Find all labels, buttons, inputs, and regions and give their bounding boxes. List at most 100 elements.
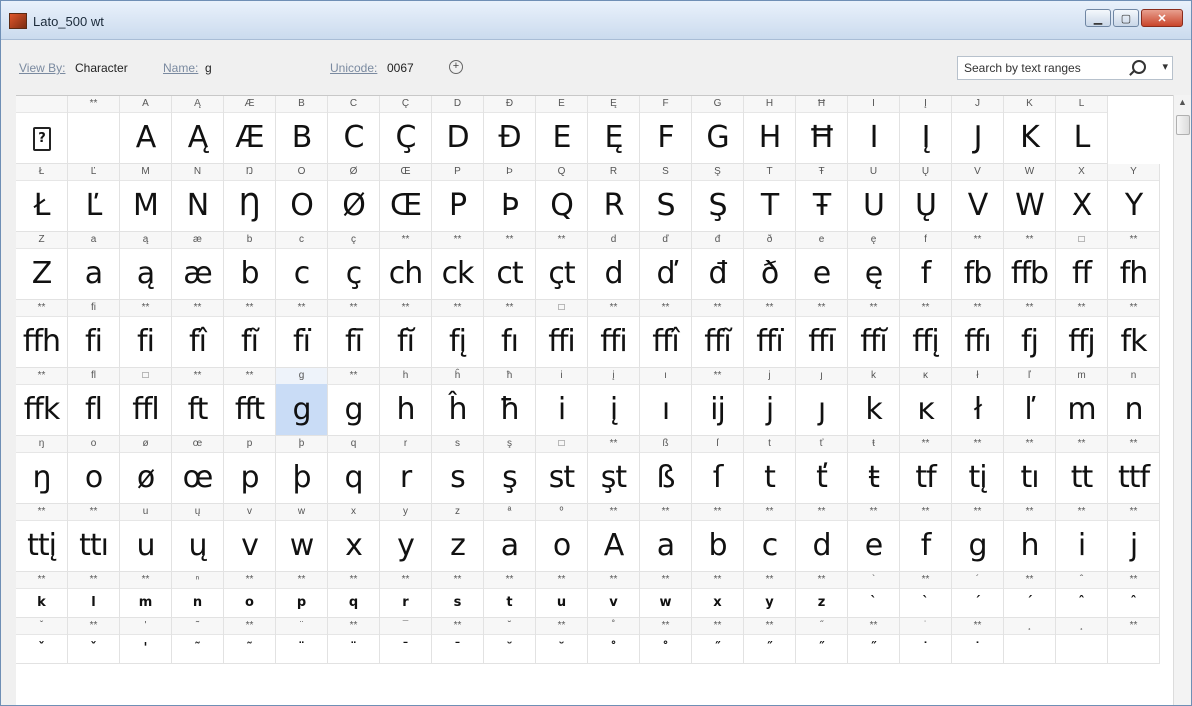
glyph-cell[interactable]: WW [1004,164,1056,232]
glyph-cell[interactable]: ** fb [952,232,1004,300]
glyph-cell[interactable]: ŊŊ [224,164,276,232]
glyph-cell[interactable]: ªa [484,504,536,572]
glyph-cell[interactable]: zz [432,504,484,572]
glyph-cell[interactable]: ** ch [380,232,432,300]
glyph-cell[interactable]: KK [1004,96,1056,164]
glyph-cell[interactable]: ĽĽ [68,164,120,232]
glyph-cell[interactable]: II [848,96,900,164]
glyph-cell[interactable]: ųų [172,504,224,572]
glyph-cell[interactable]: ** tt [1056,436,1108,504]
glyph-cell[interactable]: ȷȷ [796,368,848,436]
glyph-cell[interactable]: ** x [692,572,744,618]
glyph-cell[interactable]: ** ffī [796,300,848,368]
glyph-cell[interactable]: ** ´ [1004,572,1056,618]
glyph-cell[interactable]: ĸĸ [900,368,952,436]
maximize-button[interactable]: ▢ [1113,9,1139,27]
glyph-cell[interactable]: ** l [68,572,120,618]
glyph-cell[interactable]: ** ffï [744,300,796,368]
glyph-cell[interactable]: ** b [692,504,744,572]
glyph-cell[interactable]: ** w [640,572,692,618]
glyph-cell[interactable]: uu [120,504,172,572]
glyph-cell[interactable]: ** ¨ [328,618,380,664]
glyph-cell[interactable]: kk [848,368,900,436]
view-by-link[interactable]: View By: [19,61,65,75]
glyph-cell[interactable]: ** fft [224,368,276,436]
glyph-cell[interactable]: ** d [796,504,848,572]
glyph-cell[interactable]: ˚ ˚ [588,618,640,664]
glyph-cell[interactable]: ĦĦ [796,96,848,164]
glyph-cell[interactable]: xx [328,504,380,572]
glyph-cell[interactable]: qq [328,436,380,504]
glyph-cell[interactable]: aa [68,232,120,300]
glyph-cell[interactable]: ¨ ¨ [276,618,328,664]
glyph-cell[interactable]: ** g [952,504,1004,572]
glyph-cell[interactable]: ** ˇ [68,618,120,664]
glyph-cell[interactable]: LL [1056,96,1108,164]
glyph-cell[interactable]: ** ttı [68,504,120,572]
glyph-cell[interactable]: ** ˝ [692,618,744,664]
glyph-cell[interactable]: ** ffį [900,300,952,368]
glyph-cell[interactable]: ** u [536,572,588,618]
glyph-cell[interactable]: ŁŁ [16,164,68,232]
search-input[interactable] [962,60,1126,76]
glyph-cell[interactable]: ˘ ˘ [484,618,536,664]
vertical-scrollbar[interactable]: ▲ [1173,95,1191,705]
glyph-cell[interactable]: mm [1056,368,1108,436]
glyph-cell[interactable]: ˆˆ [1056,572,1108,618]
glyph-cell[interactable]: ** tį [952,436,1004,504]
glyph-cell[interactable]: ĮĮ [900,96,952,164]
glyph-cell[interactable]: ĐĐ [484,96,536,164]
glyph-cell[interactable]: gg [276,368,328,436]
glyph-cell[interactable]: ďď [640,232,692,300]
glyph-cell[interactable]: ** g [328,368,380,436]
glyph-cell[interactable]: ˇˇ [16,618,68,664]
glyph-cell[interactable]: OO [276,164,328,232]
glyph-cell[interactable]: ** j [1108,504,1160,572]
glyph-cell[interactable]: ** ft [172,368,224,436]
glyph-cell[interactable]: ** q [328,572,380,618]
glyph-cell[interactable]: fl fl [68,368,120,436]
glyph-cell[interactable]: ¯ ¯ [380,618,432,664]
glyph-cell[interactable]: ` ` [848,572,900,618]
glyph-cell[interactable]: yy [380,504,432,572]
glyph-cell[interactable]: ⁿn [172,572,224,618]
glyph-cell[interactable]: ** ˆ [1108,572,1160,618]
glyph-cell[interactable]: ÆÆ [224,96,276,164]
glyph-cell[interactable]: ŋŋ [16,436,68,504]
glyph-cell[interactable]: tt [744,436,796,504]
glyph-cell[interactable]: ĄĄ [172,96,224,164]
glyph-cell[interactable]: łł [952,368,1004,436]
glyph-cell[interactable]: ii [536,368,588,436]
glyph-cell[interactable]: FF [640,96,692,164]
glyph-cell[interactable]: ** fĩ [224,300,276,368]
glyph-cell[interactable]: þþ [276,436,328,504]
glyph-cell[interactable]: ØØ [328,164,380,232]
glyph-cell[interactable]: ' ' [120,618,172,664]
glyph-cell[interactable]: ** ffî [640,300,692,368]
glyph-cell[interactable]: pp [224,436,276,504]
glyph-cell[interactable]: ** h [1004,504,1056,572]
glyph-cell[interactable]: □ ff [1056,232,1108,300]
glyph-cell[interactable]: ** s [432,572,484,618]
glyph-cell[interactable]: ÞÞ [484,164,536,232]
glyph-cell[interactable]: ** fî [172,300,224,368]
glyph-cell[interactable]: ** şt [588,436,640,504]
glyph-cell[interactable]: ** fī [328,300,380,368]
glyph-cell[interactable]: ıı [640,368,692,436]
glyph-cell[interactable]: dd [588,232,640,300]
glyph-cell[interactable]: ** ` [900,572,952,618]
glyph-cell[interactable]: TT [744,164,796,232]
glyph-cell[interactable]: çç [328,232,380,300]
glyph-cell[interactable]: ** fĭ [380,300,432,368]
chevron-down-icon[interactable]: ▾ [1162,60,1168,73]
glyph-cell[interactable]: AA [120,96,172,164]
glyph-cell[interactable]: □ ffi [536,300,588,368]
glyph-cell[interactable]: ** k [16,572,68,618]
glyph-cell[interactable]: ff [900,232,952,300]
glyph-cell[interactable]: oo [68,436,120,504]
glyph-cell[interactable]: ĥĥ [432,368,484,436]
glyph-cell[interactable]: ** [68,96,120,164]
glyph-cell[interactable]: ** y [744,572,796,618]
glyph-cell[interactable]: ** [1108,618,1160,664]
glyph-cell[interactable]: ss [432,436,484,504]
